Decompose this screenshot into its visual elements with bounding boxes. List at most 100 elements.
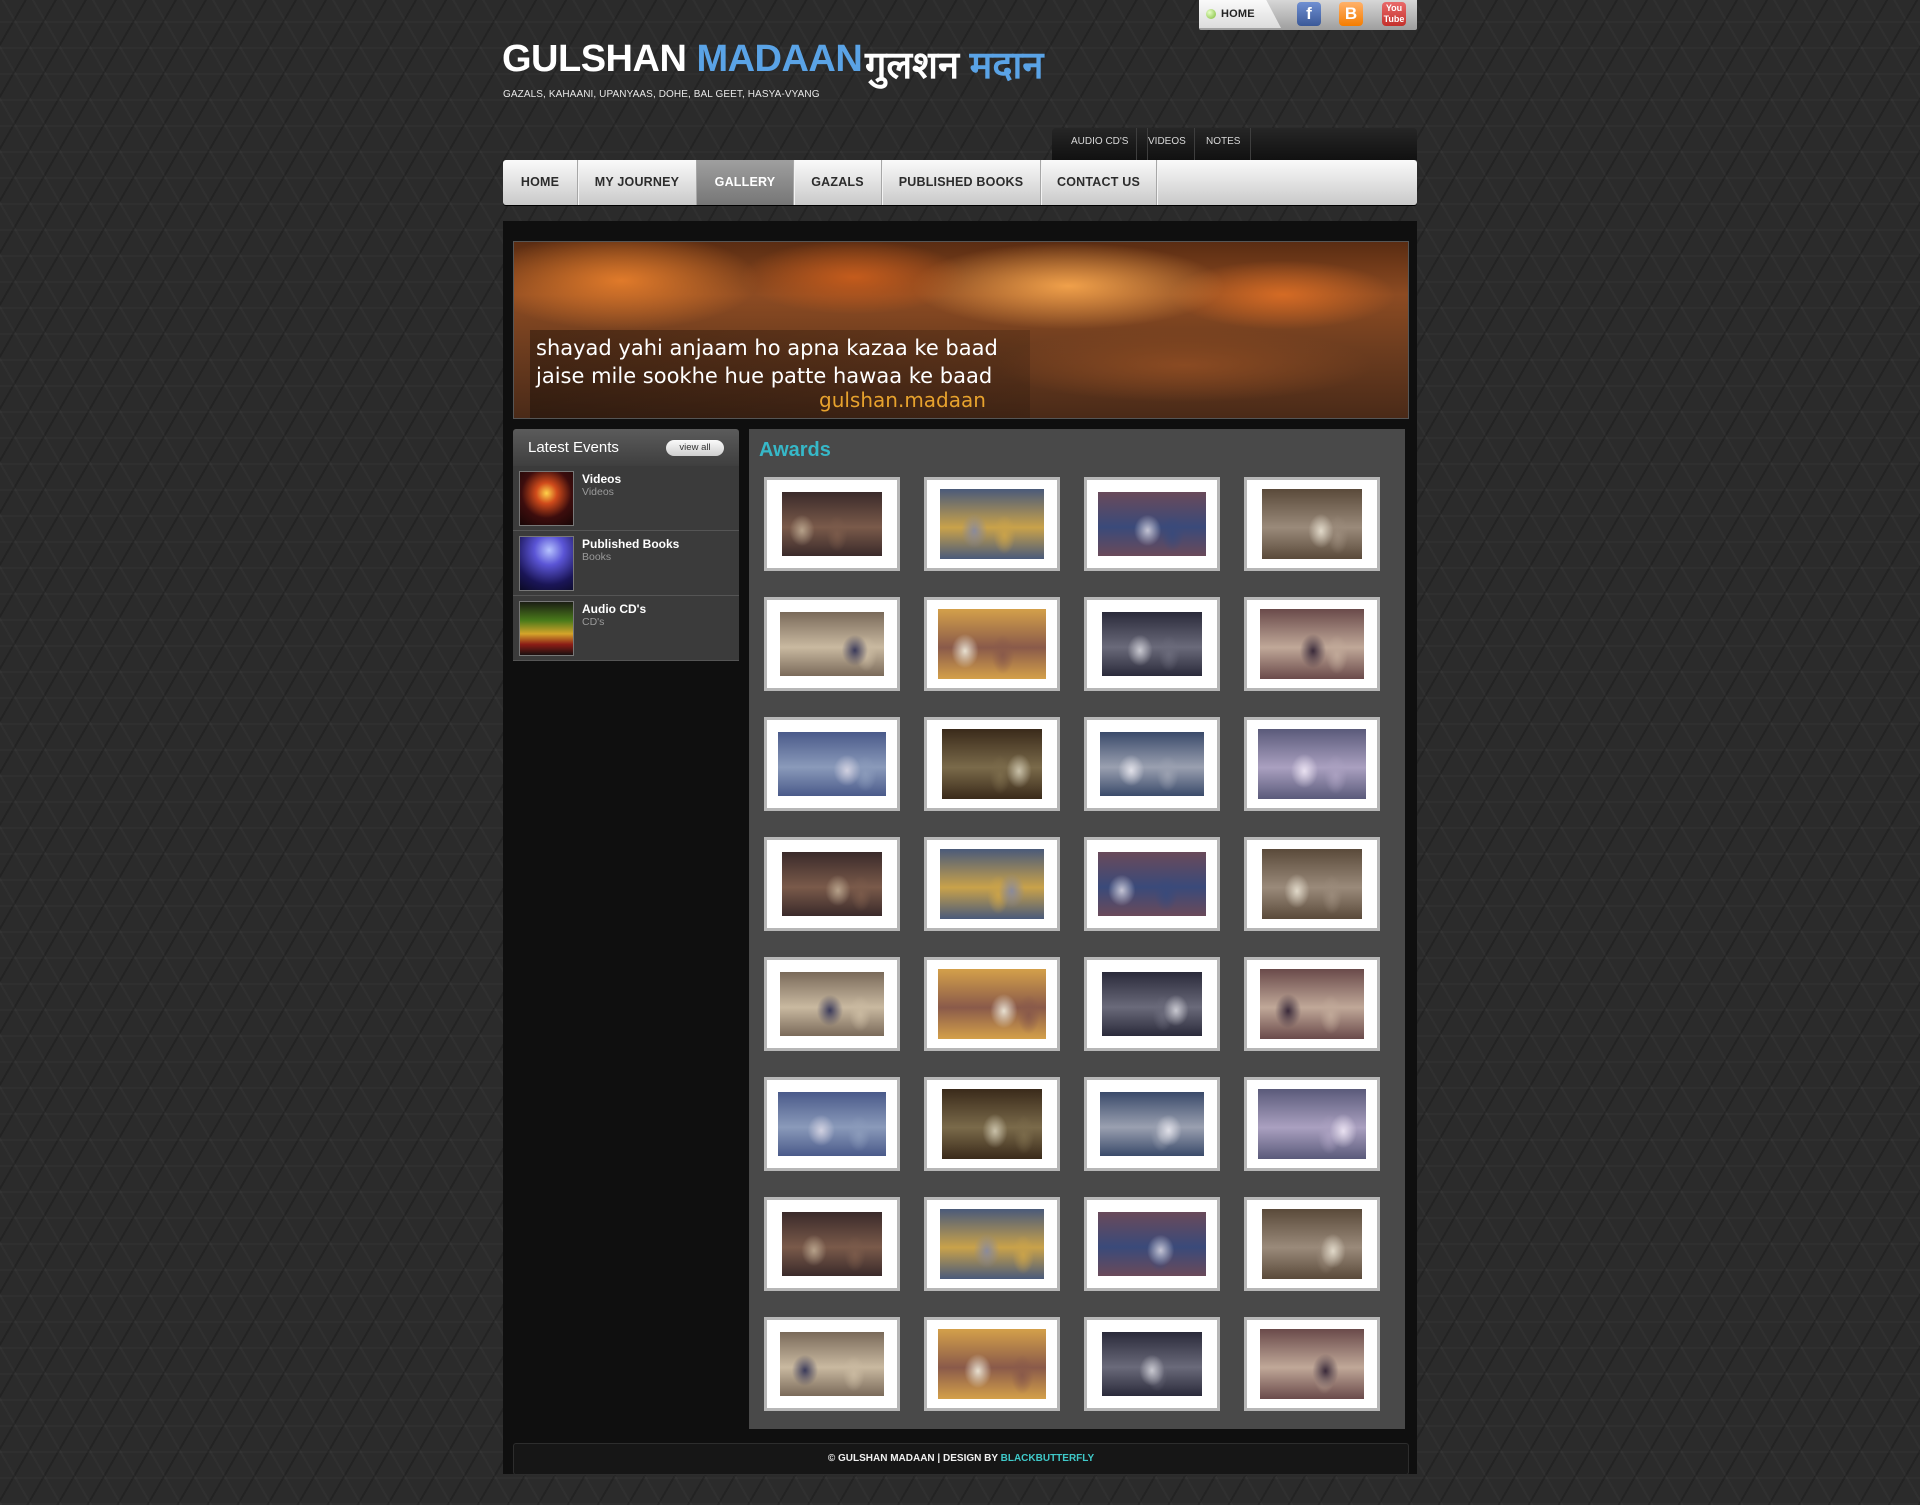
logo-hindi-last: मदान (969, 45, 1044, 87)
gallery-thumbnail[interactable] (924, 957, 1060, 1051)
nav-my-journey[interactable]: MY JOURNEY (578, 160, 696, 205)
gallery-thumbnail[interactable] (1244, 837, 1380, 931)
utility-home-link[interactable]: HOME (1221, 8, 1255, 20)
footer-designer-link[interactable]: BLACKBUTTERFLY (1001, 1453, 1095, 1464)
gallery-thumbnail[interactable] (1244, 597, 1380, 691)
gallery-photo[interactable] (782, 1212, 882, 1276)
facebook-icon[interactable]: f (1297, 2, 1321, 26)
event-subtitle-videos: Videos (582, 486, 614, 498)
youtube-icon[interactable]: You Tube (1382, 2, 1406, 26)
gallery-photo[interactable] (780, 972, 884, 1036)
quote-banner: shayad yahi anjaam ho apna kazaa ke baad… (513, 241, 1409, 419)
gallery-photo[interactable] (1260, 609, 1364, 679)
gallery-thumbnail[interactable] (1084, 597, 1220, 691)
gallery-photo[interactable] (1258, 1089, 1366, 1159)
event-title-books[interactable]: Published Books (582, 537, 679, 551)
gallery-thumbnail[interactable] (1244, 1077, 1380, 1171)
site-logo-hindi: गुलशन मदान (865, 38, 1044, 90)
gallery-thumbnail[interactable] (1084, 1197, 1220, 1291)
subnav-notes[interactable]: NOTES (1206, 136, 1240, 147)
event-subtitle-books: Books (582, 551, 612, 563)
gallery-thumbnail[interactable] (764, 1197, 900, 1291)
gallery-photo[interactable] (1262, 849, 1362, 919)
gallery-thumbnail[interactable] (1244, 957, 1380, 1051)
nav-contact-us[interactable]: CONTACT US (1041, 160, 1156, 205)
logo-first-name: GULSHAN (502, 38, 687, 80)
gallery-thumbnail[interactable] (924, 717, 1060, 811)
view-all-button[interactable]: view all (666, 440, 724, 456)
gallery-thumbnail[interactable] (1244, 477, 1380, 571)
nav-published-books[interactable]: PUBLISHED BOOKS (882, 160, 1040, 205)
gallery-thumbnail[interactable] (924, 1197, 1060, 1291)
gallery-photo[interactable] (938, 609, 1046, 679)
gallery-thumbnail[interactable] (764, 477, 900, 571)
gallery-thumbnail[interactable] (1244, 1197, 1380, 1291)
gallery-photo[interactable] (942, 729, 1042, 799)
gallery-photo[interactable] (1102, 612, 1202, 676)
gallery-photo[interactable] (782, 852, 882, 916)
gallery-photo[interactable] (1100, 1092, 1204, 1156)
nav-gazals[interactable]: GAZALS (794, 160, 881, 205)
secondary-nav-divider (1194, 128, 1195, 160)
secondary-nav-divider (1136, 128, 1137, 160)
subnav-audio-cds[interactable]: AUDIO CD'S (1071, 136, 1128, 147)
event-title-audio-cds[interactable]: Audio CD's (582, 602, 646, 616)
event-thumbnail-videos[interactable] (519, 471, 574, 526)
gallery-photo[interactable] (940, 849, 1044, 919)
gallery-photo[interactable] (1102, 972, 1202, 1036)
gallery-thumbnail[interactable] (764, 837, 900, 931)
event-title-videos[interactable]: Videos (582, 472, 621, 486)
gallery-photo[interactable] (938, 1329, 1046, 1399)
gallery-photo[interactable] (1260, 969, 1364, 1039)
gallery-photo[interactable] (940, 489, 1044, 559)
gallery-thumbnail[interactable] (924, 1077, 1060, 1171)
gallery-photo[interactable] (1098, 1212, 1206, 1276)
gallery-photo[interactable] (1100, 732, 1204, 796)
gallery-photo[interactable] (780, 1332, 884, 1396)
gallery-thumbnail[interactable] (764, 957, 900, 1051)
home-status-icon (1206, 9, 1216, 19)
blogger-icon[interactable]: B (1339, 2, 1363, 26)
subnav-videos[interactable]: VIDEOS (1148, 136, 1186, 147)
gallery-thumbnail[interactable] (764, 717, 900, 811)
site-tagline: GAZALS, KAHAANI, UPANYAAS, DOHE, BAL GEE… (503, 89, 820, 100)
nav-home[interactable]: HOME (503, 160, 577, 205)
nav-gallery[interactable]: GALLERY (697, 160, 793, 205)
gallery-thumbnail[interactable] (764, 1077, 900, 1171)
gallery-thumbnail[interactable] (924, 837, 1060, 931)
gallery-photo[interactable] (1258, 729, 1366, 799)
logo-last-name: MADAAN (696, 38, 863, 80)
gallery-photo[interactable] (942, 1089, 1042, 1159)
footer-copyright: © GULSHAN MADAAN | DESIGN BY (827, 1453, 1001, 1464)
gallery-photo[interactable] (1262, 489, 1362, 559)
gallery-thumbnail[interactable] (924, 477, 1060, 571)
gallery-thumbnail[interactable] (1084, 957, 1220, 1051)
gallery-thumbnail[interactable] (1084, 837, 1220, 931)
gallery-photo[interactable] (782, 492, 882, 556)
gallery-thumbnail[interactable] (764, 597, 900, 691)
event-thumbnail-audio-cds[interactable] (519, 601, 574, 656)
gallery-thumbnail[interactable] (1084, 717, 1220, 811)
gallery-thumbnail[interactable] (1244, 1317, 1380, 1411)
gallery-thumbnail[interactable] (1244, 717, 1380, 811)
gallery-photo[interactable] (778, 732, 886, 796)
gallery-photo[interactable] (778, 1092, 886, 1156)
banner-quote-line1: shayad yahi anjaam ho apna kazaa ke baad (536, 336, 998, 360)
gallery-photo[interactable] (780, 612, 884, 676)
gallery-thumbnail[interactable] (1084, 1077, 1220, 1171)
site-logo[interactable]: GULSHAN MADAAN (502, 38, 863, 81)
gallery-thumbnail[interactable] (924, 597, 1060, 691)
gallery-thumbnail[interactable] (764, 1317, 900, 1411)
gallery-photo[interactable] (940, 1209, 1044, 1279)
gallery-photo[interactable] (1102, 1332, 1202, 1396)
gallery-photo[interactable] (1262, 1209, 1362, 1279)
secondary-nav-divider (1250, 128, 1251, 160)
gallery-thumbnail[interactable] (1084, 477, 1220, 571)
event-thumbnail-books[interactable] (519, 536, 574, 591)
gallery-thumbnail[interactable] (924, 1317, 1060, 1411)
gallery-photo[interactable] (1098, 852, 1206, 916)
gallery-photo[interactable] (1098, 492, 1206, 556)
gallery-photo[interactable] (938, 969, 1046, 1039)
gallery-thumbnail[interactable] (1084, 1317, 1220, 1411)
gallery-photo[interactable] (1260, 1329, 1364, 1399)
